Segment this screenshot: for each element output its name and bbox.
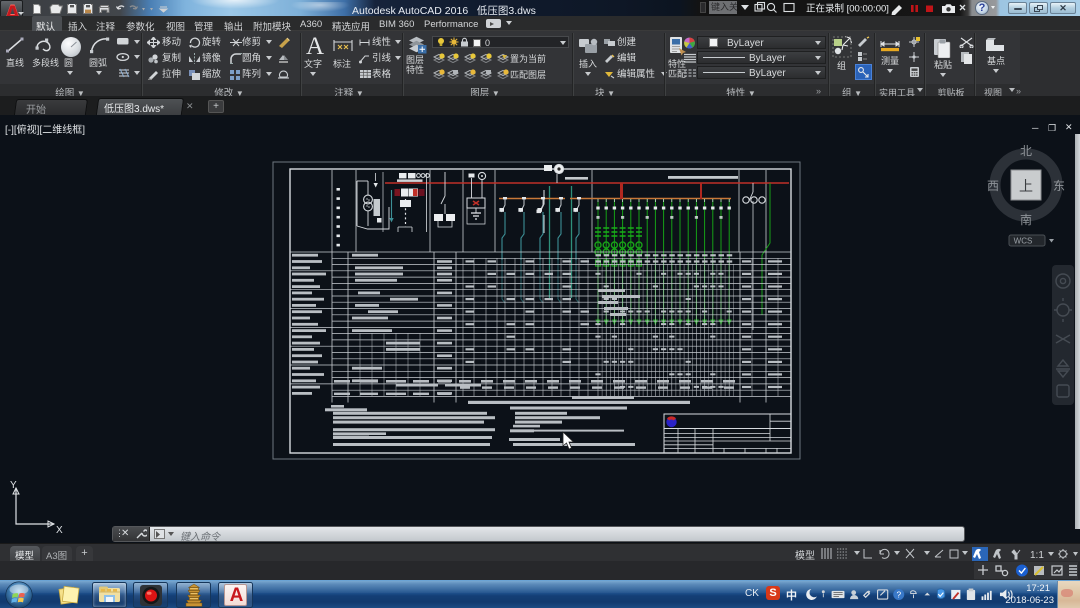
svg-text:1:1: 1:1 xyxy=(1030,550,1044,561)
svg-text:上: 上 xyxy=(1019,178,1033,194)
svg-text:X: X xyxy=(56,525,63,535)
svg-text:正在录制 [00:00:00]: 正在录制 [00:00:00] xyxy=(806,3,889,15)
svg-text:北: 北 xyxy=(1020,144,1032,158)
svg-text:Y: Y xyxy=(10,480,17,491)
svg-text:西: 西 xyxy=(987,179,999,193)
svg-text:南: 南 xyxy=(1020,212,1032,227)
svg-text:东: 东 xyxy=(1053,179,1065,193)
svg-text:?: ? xyxy=(896,591,901,600)
svg-text:WCS: WCS xyxy=(1014,237,1033,246)
